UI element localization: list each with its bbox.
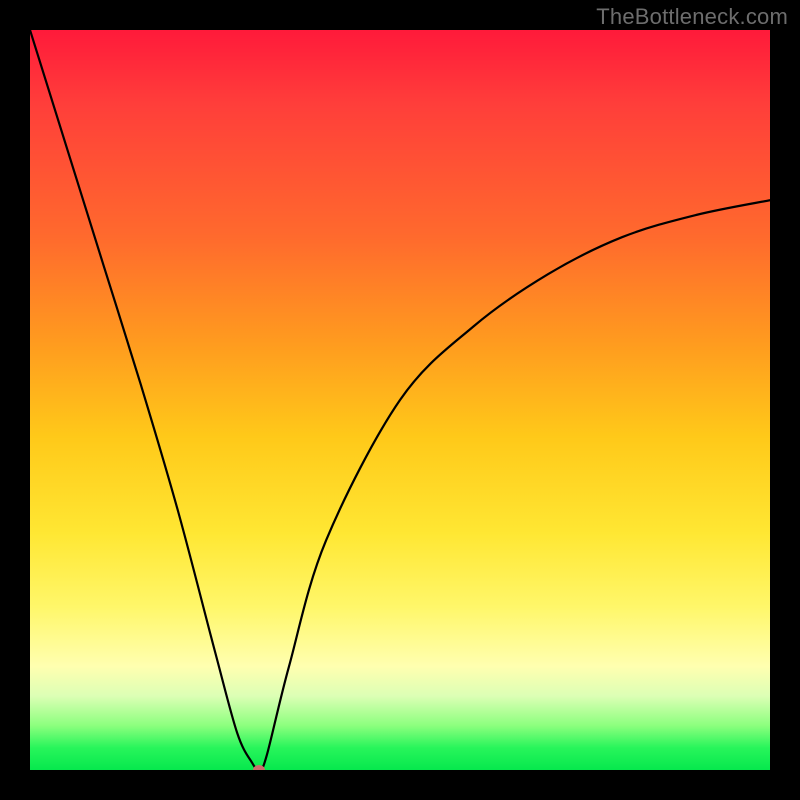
watermark-text: TheBottleneck.com (596, 4, 788, 30)
bottleneck-curve (30, 30, 770, 770)
chart-frame: TheBottleneck.com (0, 0, 800, 800)
optimal-point-marker (253, 765, 265, 770)
plot-area (30, 30, 770, 770)
